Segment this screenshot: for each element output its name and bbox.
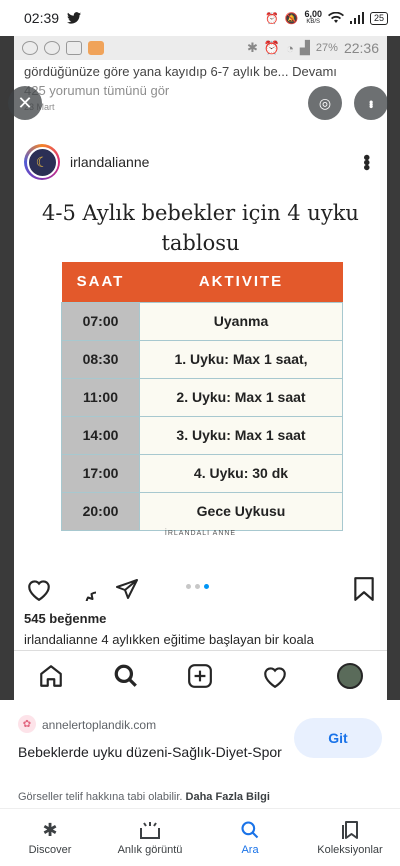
table-row: 20:00 Gece Uykusu: [61, 491, 343, 531]
row-activity: 4. Uyku: 30 dk: [139, 453, 343, 493]
nav-discover[interactable]: ✱ Discover: [0, 809, 100, 866]
bottom-nav: ✱ Discover Anlık görüntü Ara Koleksiyonl…: [0, 808, 400, 866]
signal-icon: ▟: [299, 40, 310, 55]
row-activity: 2. Uyku: Max 1 saat: [139, 377, 343, 417]
status-time: 02:39: [24, 10, 60, 26]
share-icon: [116, 579, 138, 599]
instagram-nav: [14, 650, 387, 700]
likes-count: 545 beğenme: [24, 611, 107, 626]
row-activity: Uyanma: [139, 301, 343, 341]
lens-button[interactable]: ◎: [308, 86, 342, 120]
table-header-time: SAAT: [61, 262, 140, 302]
row-time: 14:00: [61, 415, 140, 455]
app-orange-icon: [88, 41, 104, 55]
lens-icon: ◎: [318, 94, 332, 111]
row-time: 20:00: [61, 491, 140, 531]
post-actions: [14, 569, 387, 609]
more-info-link[interactable]: Daha Fazla Bilgi: [186, 791, 270, 803]
battery-indicator: 25: [369, 11, 388, 25]
network-speed: 6,00 KB/S: [304, 9, 322, 26]
row-time: 07:00: [61, 301, 140, 341]
asterisk-icon: ✱: [42, 819, 58, 840]
currency-icon: [44, 41, 60, 55]
bluetooth-icon: ✱: [246, 40, 258, 55]
copyright-notice: Görseller telif hakkına tabi olabilir. D…: [18, 791, 270, 803]
avatar: ☾: [24, 144, 60, 180]
bookmark-icon: [342, 820, 358, 839]
more-vert-icon: •••: [364, 99, 378, 107]
image-viewer[interactable]: ✱ ⏰ ◔ ▟ 27% 22:36 gördüğünüze göre yana …: [0, 36, 400, 700]
inner-status-bar: ✱ ⏰ ◔ ▟ 27% 22:36: [14, 36, 387, 60]
source-domain[interactable]: annelertoplandik.com: [42, 718, 156, 732]
signal-icon: [349, 12, 364, 24]
close-icon: ✕: [17, 92, 33, 113]
result-info-panel: ✿ annelertoplandik.com Bebeklerde uyku d…: [0, 700, 400, 808]
home-icon: [40, 664, 63, 687]
app-icon: [66, 41, 82, 55]
row-time: 11:00: [61, 377, 140, 417]
post-image: 4-5 Aylık bebekler için 4 uyku tablosu S…: [14, 186, 387, 569]
snapshot-icon: [140, 821, 160, 839]
heart-icon: [28, 580, 50, 601]
wifi-icon: [327, 12, 344, 23]
table-row: 08:30 1. Uyku: Max 1 saat,: [61, 339, 343, 379]
nav-collections[interactable]: Koleksiyonlar: [300, 809, 400, 866]
carousel-indicator: [186, 584, 209, 589]
caption-username: irlandalianne: [24, 632, 98, 647]
row-activity: Gece Uykusu: [139, 491, 343, 531]
table-row: 17:00 4. Uyku: 30 dk: [61, 453, 343, 493]
row-activity: 1. Uyku: Max 1 saat,: [139, 339, 343, 379]
inner-time: 22:36: [343, 40, 379, 56]
alarm-icon: ⏰: [263, 40, 281, 55]
row-time: 08:30: [61, 339, 140, 379]
mute-icon: 🔕: [284, 12, 299, 25]
activity-heart-icon: [264, 666, 286, 688]
result-title[interactable]: Bebeklerde uyku düzeni-Sağlık-Diyet-Spor: [18, 742, 288, 762]
table-header-activity: AKTIVITE: [139, 262, 343, 302]
profile-avatar: [336, 662, 363, 689]
source-favicon: ✿: [18, 715, 36, 733]
row-activity: 3. Uyku: Max 1 saat: [139, 415, 343, 455]
nav-snapshot[interactable]: Anlık görüntü: [100, 809, 200, 866]
post-caption: irlandalianne 4 aylıkken eğitime başlaya…: [24, 632, 314, 647]
inner-battery: 27%: [315, 42, 338, 54]
image-title: 4-5 Aylık bebekler için 4 uyku tablosu: [42, 201, 359, 255]
row-time: 17:00: [61, 453, 140, 493]
more-menu-button[interactable]: •••: [354, 86, 388, 120]
post-header: ☾ irlandalianne •••: [14, 140, 387, 184]
nav-search[interactable]: Ara: [200, 809, 300, 866]
more-options-icon: •••: [355, 154, 377, 170]
search-icon: [114, 664, 137, 687]
caption-text: 4 aylıkken eğitime başlayan bir koala: [97, 632, 314, 647]
post-caption-snippet: gördüğünüze göre yana kayıdıp 6-7 aylık …: [24, 64, 337, 79]
table-row: 14:00 3. Uyku: Max 1 saat: [61, 415, 343, 455]
add-post-icon: [188, 663, 213, 688]
sleep-schedule-table: SAAT AKTIVITE 07:00 Uyanma 08:30 1. Uyku: …: [61, 262, 343, 531]
table-row: 07:00 Uyanma: [61, 301, 343, 341]
brand-watermark: İRLANDALI ANNE: [164, 530, 237, 537]
visit-button[interactable]: Git: [294, 718, 382, 758]
comment-icon: [85, 591, 96, 601]
search-icon: [241, 820, 259, 838]
preview-screenshot: ✱ ⏰ ◔ ▟ 27% 22:36 gördüğünüze göre yana …: [14, 36, 387, 700]
post-username: irlandalianne: [70, 154, 150, 170]
bookmark-icon: [354, 577, 374, 601]
status-icons: ⏰ 🔕 6,00 KB/S 25: [265, 10, 388, 26]
moon-icon: ☾: [26, 146, 58, 178]
table-row: 11:00 2. Uyku: Max 1 saat: [61, 377, 343, 417]
wifi-icon: ◔: [286, 40, 294, 56]
whatsapp-icon: [22, 41, 38, 55]
alarm-icon: ⏰: [265, 12, 279, 25]
close-button[interactable]: ✕: [8, 86, 42, 120]
twitter-icon: [67, 12, 82, 24]
status-bar: 02:39 ⏰ 🔕 6,00 KB/S 25: [0, 0, 400, 36]
